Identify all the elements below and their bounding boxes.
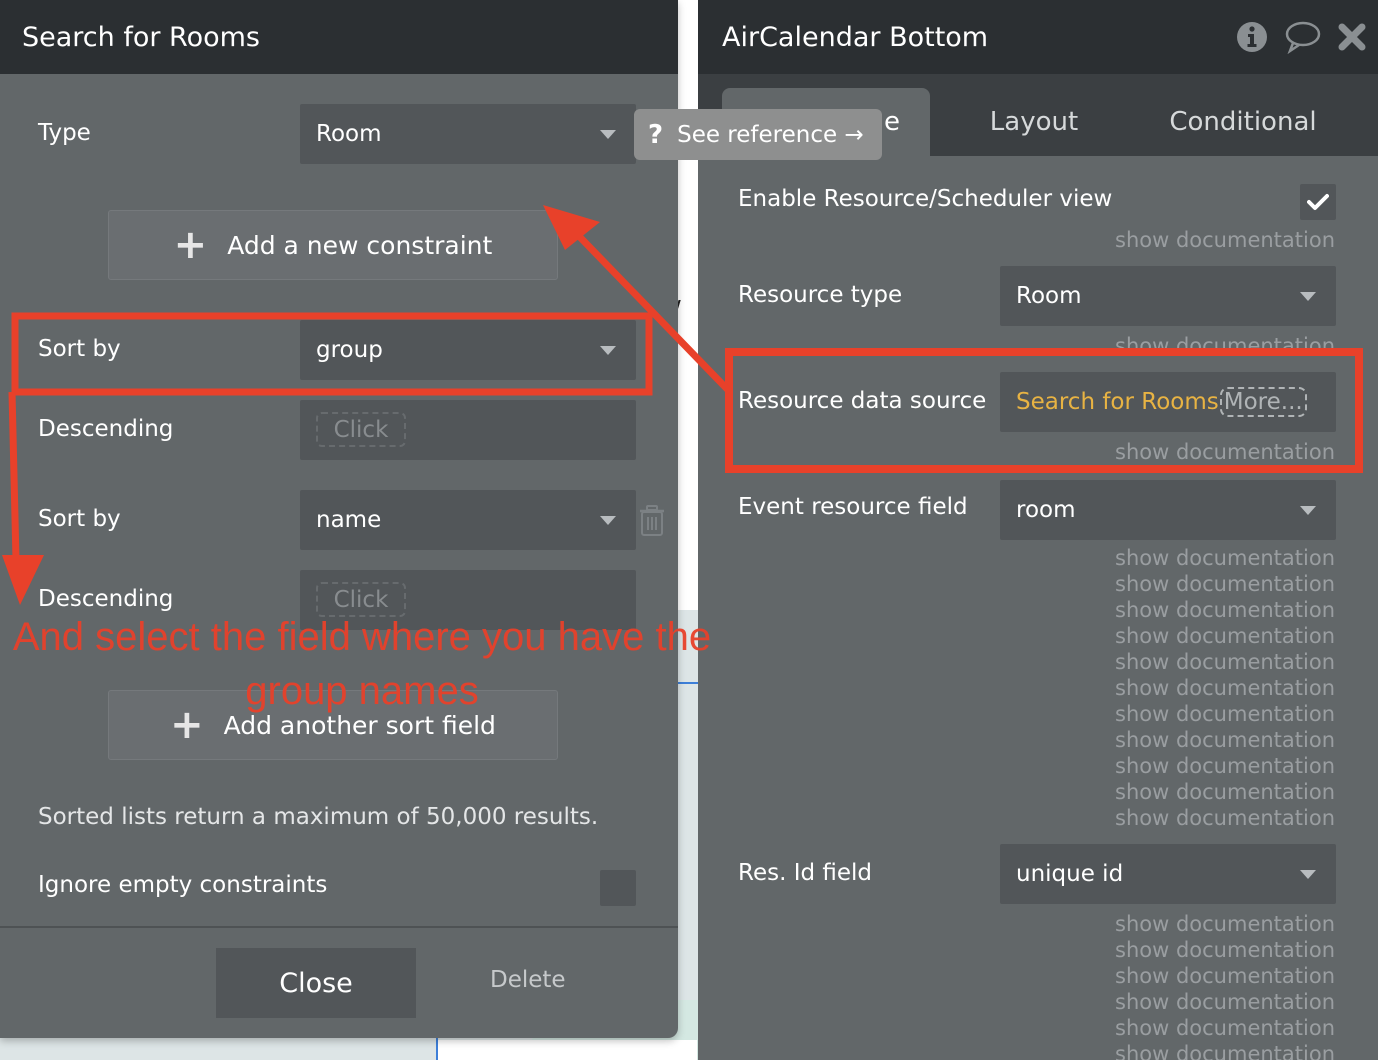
- show-documentation-link[interactable]: show documentation: [1115, 571, 1335, 597]
- show-documentation-link[interactable]: show documentation: [1115, 675, 1335, 701]
- delete-button[interactable]: Delete: [490, 967, 566, 993]
- show-documentation-link[interactable]: show documentation: [1115, 937, 1335, 963]
- sort-by-dropdown[interactable]: name: [300, 490, 636, 550]
- see-reference-tooltip[interactable]: ? See reference →: [634, 109, 882, 160]
- add-constraint-button[interactable]: + Add a new constraint: [108, 210, 558, 280]
- canvas-element: [437, 1040, 697, 1060]
- chevron-down-icon: [1300, 870, 1316, 879]
- enable-resource-checkbox[interactable]: [1300, 184, 1336, 220]
- event-resource-field-dropdown[interactable]: room: [1000, 480, 1336, 540]
- trash-icon[interactable]: [638, 505, 666, 537]
- show-documentation-link[interactable]: show documentation: [1115, 597, 1335, 623]
- element-title: AirCalendar Bottom: [722, 21, 989, 53]
- add-constraint-label: Add a new constraint: [227, 230, 493, 260]
- search-editor-panel: Search for Rooms Type Room + Add a new c…: [0, 0, 678, 1038]
- chevron-down-icon: [600, 130, 616, 139]
- checkmark-icon: [1307, 194, 1329, 210]
- chevron-down-icon: [600, 516, 616, 525]
- search-panel-title: Search for Rooms: [22, 21, 261, 53]
- tab-conditional[interactable]: Conditional: [1148, 88, 1338, 156]
- type-label: Type: [38, 120, 91, 146]
- chevron-down-icon: [1300, 506, 1316, 515]
- show-documentation-link[interactable]: show documentation: [1115, 805, 1335, 831]
- type-value: Room: [316, 121, 382, 147]
- properties-panel-header: AirCalendar Bottom: [698, 0, 1378, 74]
- tab-appearance-label-fragment: e: [884, 107, 900, 137]
- ignore-empty-label: Ignore empty constraints: [38, 872, 328, 898]
- chevron-down-icon: [1300, 292, 1316, 301]
- chevron-down-icon: [600, 346, 616, 355]
- sort-by-label: Sort by: [38, 336, 121, 362]
- show-documentation-link[interactable]: show documentation: [1115, 333, 1335, 348]
- annotation-instruction-text: And select the field where you have the …: [12, 615, 712, 713]
- canvas-guide-line: [436, 1038, 438, 1060]
- resource-data-source-field[interactable]: Search for Rooms More...: [1000, 372, 1336, 432]
- sort-by-dropdown[interactable]: group: [300, 320, 636, 380]
- resource-type-value: Room: [1016, 283, 1082, 309]
- show-documentation-link[interactable]: show documentation: [1115, 779, 1335, 805]
- ignore-empty-checkbox[interactable]: [600, 870, 636, 906]
- descending-label: Descending: [38, 416, 174, 442]
- show-documentation-link[interactable]: show documentation: [1115, 753, 1335, 779]
- more-button[interactable]: More...: [1219, 387, 1307, 417]
- show-documentation-link[interactable]: show documentation: [1115, 545, 1335, 571]
- dynamic-expression-value[interactable]: Search for Rooms: [1016, 389, 1219, 415]
- comment-icon[interactable]: [1284, 20, 1322, 54]
- res-id-field-value: unique id: [1016, 861, 1124, 887]
- resource-data-source-label: Resource data source: [738, 388, 987, 414]
- search-panel-header: Search for Rooms: [0, 0, 678, 74]
- sorted-lists-note: Sorted lists return a maximum of 50,000 …: [38, 804, 599, 830]
- res-id-field-label: Res. Id field: [738, 860, 873, 886]
- show-documentation-link[interactable]: show documentation: [1115, 227, 1335, 253]
- footer-divider: [0, 926, 678, 928]
- show-documentation-link[interactable]: show documentation: [1115, 649, 1335, 675]
- res-id-field-dropdown[interactable]: unique id: [1000, 844, 1336, 904]
- descending-click-toggle[interactable]: Click: [316, 412, 406, 447]
- sort-by-value: name: [316, 507, 382, 533]
- plus-icon: +: [173, 222, 208, 268]
- show-documentation-link[interactable]: show documentation: [1115, 623, 1335, 649]
- show-documentation-link[interactable]: show documentation: [1115, 989, 1335, 1015]
- tab-layout[interactable]: Layout: [954, 88, 1114, 156]
- show-documentation-link[interactable]: show documentation: [1115, 439, 1335, 465]
- enable-resource-label: Enable Resource/Scheduler view: [738, 186, 1113, 212]
- info-icon[interactable]: [1236, 21, 1268, 53]
- close-button[interactable]: Close: [216, 948, 416, 1018]
- show-documentation-link[interactable]: show documentation: [1115, 1015, 1335, 1041]
- close-icon[interactable]: [1338, 23, 1366, 51]
- descending-label: Descending: [38, 586, 174, 612]
- show-documentation-link[interactable]: show documentation: [1115, 701, 1335, 727]
- resource-type-dropdown[interactable]: Room: [1000, 266, 1336, 326]
- show-documentation-link[interactable]: show documentation: [1115, 727, 1335, 753]
- see-reference-label: See reference →: [677, 121, 864, 148]
- event-resource-field-label: Event resource field: [738, 494, 968, 520]
- descending-field[interactable]: Click: [300, 400, 636, 460]
- show-documentation-link[interactable]: show documentation: [1115, 911, 1335, 937]
- resource-type-label: Resource type: [738, 282, 903, 308]
- question-icon: ?: [648, 119, 664, 150]
- show-documentation-link[interactable]: show documentation: [1115, 1041, 1335, 1060]
- event-resource-field-value: room: [1016, 497, 1076, 523]
- show-documentation-link[interactable]: show documentation: [1115, 963, 1335, 989]
- type-dropdown[interactable]: Room: [300, 104, 636, 164]
- sort-by-value: group: [316, 337, 383, 363]
- sort-by-label: Sort by: [38, 506, 121, 532]
